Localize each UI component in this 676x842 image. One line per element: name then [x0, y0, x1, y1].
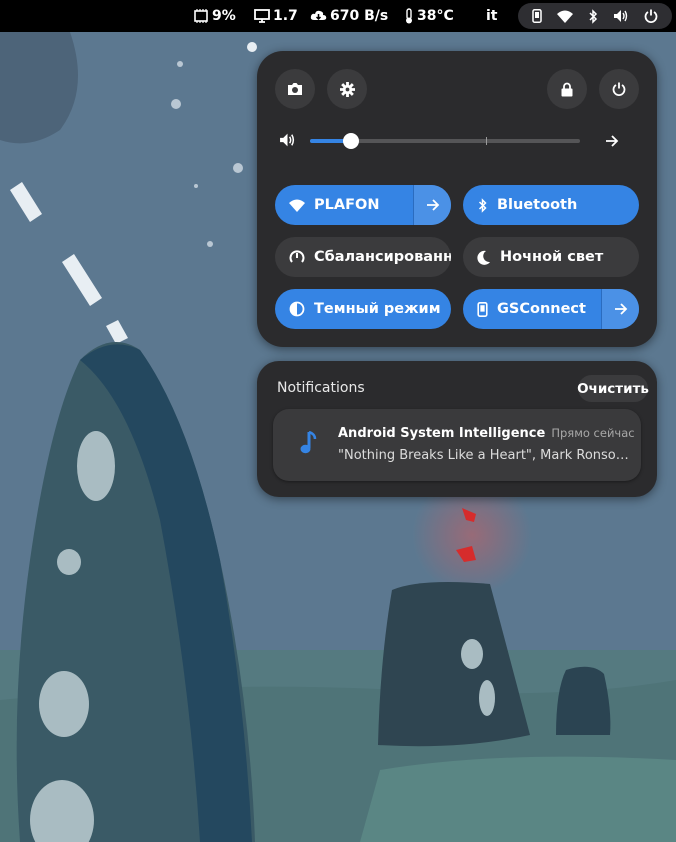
volume-mute-button[interactable]	[279, 132, 299, 152]
dark-mode-toggle-label: Темный режим	[314, 301, 441, 317]
screenshot-icon	[288, 83, 302, 95]
gsconnect-menu-button[interactable]	[601, 289, 639, 329]
bluetooth-icon	[589, 8, 598, 24]
network-indicator[interactable]: 670 B/s	[310, 0, 388, 32]
cpu-indicator[interactable]: 9%	[193, 0, 236, 32]
dark-mode-toggle[interactable]: Темный режим	[275, 289, 451, 329]
notification-app-label: Android System Intelligence	[338, 426, 546, 441]
power-profile-icon	[289, 250, 305, 263]
notification-time: Прямо сейчас	[551, 426, 635, 440]
phone-icon	[531, 9, 542, 23]
power-icon	[644, 9, 658, 23]
notification-card[interactable]: Android System Intelligence Прямо сейчас …	[273, 409, 641, 481]
cpu-value: 9%	[212, 8, 236, 24]
cloud-download-icon	[310, 10, 327, 21]
notifications-panel: Notifications Очистить Android System In…	[257, 361, 657, 497]
keyboard-layout-label: it	[486, 8, 498, 24]
bluetooth-icon	[478, 197, 487, 213]
wifi-toggle-label: PLAFON	[314, 197, 380, 213]
monitor-icon	[254, 9, 270, 23]
wifi-menu-button[interactable]	[413, 185, 451, 225]
arrow-right-icon	[614, 303, 627, 315]
volume-icon	[280, 133, 295, 147]
network-value: 670 B/s	[330, 8, 389, 24]
arrow-right-icon	[426, 199, 439, 211]
top-bar: 9% 1.7 670 B/s 38°C it	[0, 0, 676, 32]
settings-icon	[339, 81, 355, 97]
notification-app-name: Android System Intelligence Прямо сейчас	[338, 426, 635, 441]
volume-output-menu-button[interactable]	[605, 133, 619, 152]
thermometer-icon	[406, 8, 412, 24]
keyboard-layout-indicator[interactable]: it	[486, 0, 498, 32]
lock-icon	[561, 82, 573, 96]
volume-slider-knob[interactable]	[342, 133, 359, 149]
quick-settings-panel: PLAFON Bluetooth Сбалансированный	[257, 51, 657, 347]
power-menu-button[interactable]	[599, 69, 639, 109]
bluetooth-toggle[interactable]: Bluetooth	[463, 185, 639, 225]
power-profile-toggle[interactable]: Сбалансированный	[275, 237, 451, 277]
temperature-indicator[interactable]: 38°C	[404, 0, 454, 32]
cpu-icon	[194, 9, 208, 23]
bluetooth-toggle-label: Bluetooth	[497, 197, 578, 213]
temperature-value: 38°C	[417, 8, 454, 24]
wifi-icon	[289, 199, 305, 212]
night-light-toggle-label: Ночной свет	[500, 249, 604, 265]
screenshot-button[interactable]	[275, 69, 315, 109]
notification-body: "Nothing Breaks Like a Heart", Mark Rons…	[338, 448, 633, 463]
music-note-icon	[300, 431, 317, 454]
clear-notifications-button[interactable]: Очистить	[577, 375, 649, 402]
volume-slider-mark	[486, 137, 487, 145]
power-profile-toggle-label: Сбалансированный	[314, 249, 451, 265]
load-value: 1.7	[273, 8, 298, 24]
wifi-icon	[556, 10, 573, 23]
gsconnect-toggle-label: GSConnect	[497, 301, 586, 317]
load-indicator[interactable]: 1.7	[254, 0, 298, 32]
lock-button[interactable]	[547, 69, 587, 109]
phone-icon	[477, 301, 488, 317]
moon-icon	[477, 250, 490, 265]
wifi-toggle[interactable]: PLAFON	[275, 185, 451, 225]
arrow-right-icon	[606, 135, 619, 147]
settings-button[interactable]	[327, 69, 367, 109]
volume-icon	[614, 10, 628, 22]
night-light-toggle[interactable]: Ночной свет	[463, 237, 639, 277]
system-menu-button[interactable]	[518, 3, 672, 29]
gsconnect-toggle[interactable]: GSConnect	[463, 289, 639, 329]
volume-slider[interactable]	[310, 133, 580, 149]
notifications-title: Notifications	[277, 380, 365, 396]
power-icon	[612, 82, 626, 96]
dark-mode-icon	[289, 301, 305, 317]
